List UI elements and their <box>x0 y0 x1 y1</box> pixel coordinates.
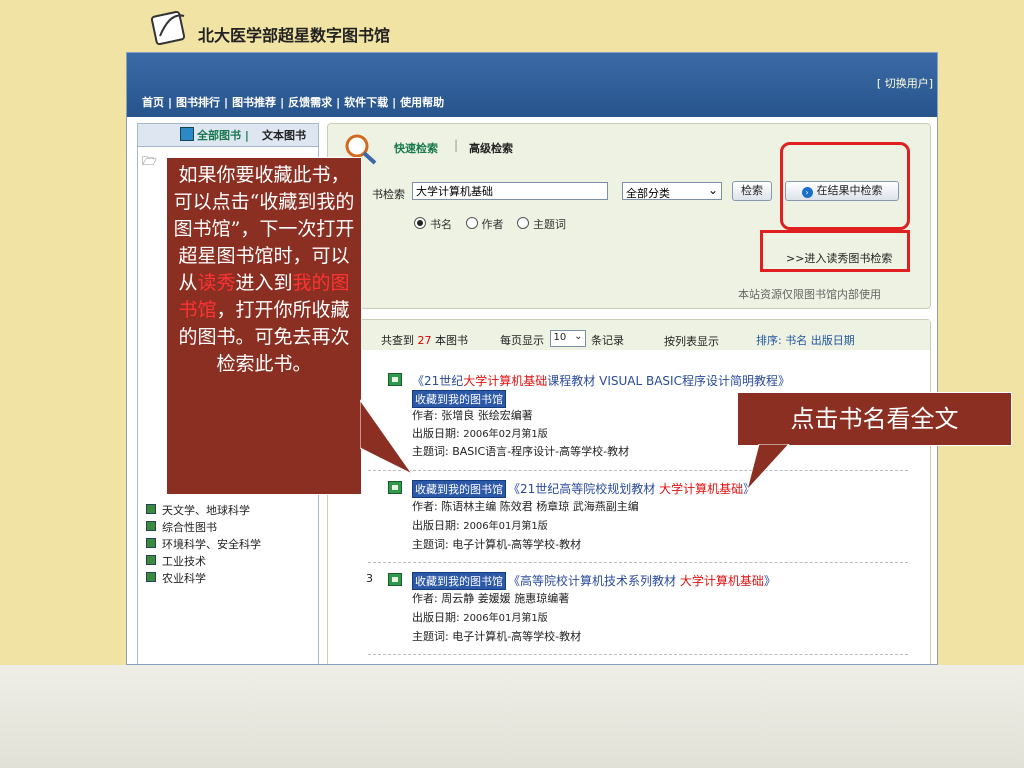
nav-home[interactable]: 首页 <box>142 96 164 109</box>
bullet-icon <box>146 572 156 582</box>
radio-author[interactable] <box>465 217 478 229</box>
book-icon <box>388 373 402 386</box>
add-to-library-button[interactable]: 收藏到我的图书馆 <box>412 572 506 590</box>
bullet-icon <box>146 521 156 531</box>
search-field-radios: 书名 作者 主题词 <box>414 216 566 232</box>
book-icon <box>388 481 402 494</box>
book-title-link[interactable]: 收藏到我的图书馆 《21世纪高等院校规划教材 大学计算机基础》 <box>412 480 755 498</box>
tab-text-books[interactable]: 文本图书 <box>262 127 306 143</box>
slide-bottom-band <box>0 665 1024 768</box>
callout-collect-tip: 如果你要收藏此书，可以点击“收藏到我的图书馆”，下一次打开超星图书馆时，可以从读… <box>166 157 362 495</box>
search-button[interactable]: 检索 <box>732 181 772 201</box>
nav-feedback[interactable]: 反馈需求 <box>288 96 332 109</box>
chevron-down-icon: ⌄ <box>707 183 718 197</box>
bullet-icon <box>146 555 156 565</box>
bullet-icon <box>146 504 156 514</box>
book-title-link[interactable]: 收藏到我的图书馆 《高等院校计算机技术系列教材 大学计算机基础》 <box>412 572 776 590</box>
nav-recommend[interactable]: 图书推荐 <box>232 96 276 109</box>
divider <box>368 470 908 471</box>
book-subject: 主题词: 电子计算机-高等学校-教材 <box>412 630 582 643</box>
add-to-library-button[interactable]: 收藏到我的图书馆 <box>412 390 506 408</box>
results-panel: 共查到 27 本图书 每页显示 10 ⌄ 条记录 按列表显示 排序: 书名 出版日… <box>327 319 931 664</box>
per-page-select[interactable]: 10 ⌄ <box>549 330 586 347</box>
book-author: 作者: 张增良 张绘宏编著 <box>412 409 533 422</box>
search-label: 书检索 <box>372 188 405 201</box>
annotation-box-within <box>780 142 910 230</box>
category-item[interactable]: 工业技术 <box>146 553 261 570</box>
tab-advanced-search[interactable]: 高级检索 <box>469 140 513 156</box>
app-title: 北大医学部超星数字图书馆 <box>198 26 391 45</box>
folder-open-icon: 🗁 <box>142 154 157 168</box>
bullet-icon <box>146 538 156 548</box>
radio-subject[interactable] <box>517 217 529 229</box>
divider <box>368 562 908 563</box>
category-tabs: 全部图书 | 文本图书 <box>138 124 318 147</box>
book-title-link[interactable]: 《21世纪大学计算机基础课程教材 VISUAL BASIC程序设计简明教程》 <box>412 372 790 389</box>
category-list: 天文学、地球科学 综合性图书 环境科学、安全科学 工业技术 农业科学 <box>146 502 261 587</box>
divider <box>368 654 908 655</box>
search-input[interactable] <box>412 182 608 200</box>
add-to-library-button[interactable]: 收藏到我的图书馆 <box>412 480 506 498</box>
category-item[interactable]: 天文学、地球科学 <box>146 502 261 519</box>
book-date: 出版日期: 2006年02月第1版 <box>412 427 548 440</box>
results-toolbar: 共查到 27 本图书 每页显示 10 ⌄ 条记录 按列表显示 排序: 书名 出版日… <box>328 320 930 350</box>
list-view-link[interactable]: 按列表显示 <box>664 333 719 349</box>
category-select[interactable]: 全部分类 ⌄ <box>622 182 722 200</box>
library-logo-icon <box>150 10 186 46</box>
book-author: 作者: 周云静 姜媛媛 施惠琼编著 <box>412 592 570 605</box>
top-banner: [ 切换用户] 首页 | 图书排行 | 图书推荐 | 反馈需求 | 软件下载 | 使用帮助 <box>127 53 937 117</box>
book-subject: 主题词: 电子计算机-高等学校-教材 <box>412 538 582 551</box>
category-item[interactable]: 环境科学、安全科学 <box>146 536 261 553</box>
book-subject: 主题词: BASIC语言-程序设计-高等学校-教材 <box>412 445 630 458</box>
usage-note: 本站资源仅限图书馆内部使用 <box>738 288 881 301</box>
radio-title[interactable] <box>414 217 426 229</box>
category-item[interactable]: 农业科学 <box>146 570 261 587</box>
callout-pointer <box>746 444 790 491</box>
nav-help[interactable]: 使用帮助 <box>400 96 444 109</box>
nav-download[interactable]: 软件下载 <box>344 96 388 109</box>
book-icon <box>388 573 402 586</box>
annotation-box-duxiu <box>760 230 910 272</box>
top-nav: 首页 | 图书排行 | 图书推荐 | 反馈需求 | 软件下载 | 使用帮助 <box>142 96 445 109</box>
category-item[interactable]: 综合性图书 <box>146 519 261 536</box>
sort-options[interactable]: 排序: 书名 出版日期 <box>756 332 855 348</box>
search-panel: 快速检索 | 高级检索 书检索 全部分类⌄ 检索 ›在结果中检索 书名 作者 主… <box>327 123 931 309</box>
book-date: 出版日期: 2006年01月第1版 <box>412 519 548 532</box>
per-page: 每页显示 10 ⌄ 条记录 <box>500 330 624 347</box>
result-number: 3 <box>366 572 373 585</box>
switch-user-link[interactable]: [ 切换用户] <box>877 75 933 91</box>
tab-all-books[interactable]: 全部图书 | <box>180 127 249 143</box>
nav-ranking[interactable]: 图书排行 <box>176 96 220 109</box>
callout-click-title: 点击书名看全文 <box>737 392 1012 446</box>
tab-quick-search[interactable]: 快速检索 <box>394 140 438 156</box>
book-author: 作者: 陈语林主编 陈效君 杨章琼 武海燕副主编 <box>412 500 639 513</box>
chevron-down-icon: ⌄ <box>574 331 583 342</box>
result-count: 共查到 27 本图书 <box>381 334 468 347</box>
callout-pointer <box>360 399 413 475</box>
book-date: 出版日期: 2006年01月第1版 <box>412 611 548 624</box>
book-icon <box>180 127 194 141</box>
